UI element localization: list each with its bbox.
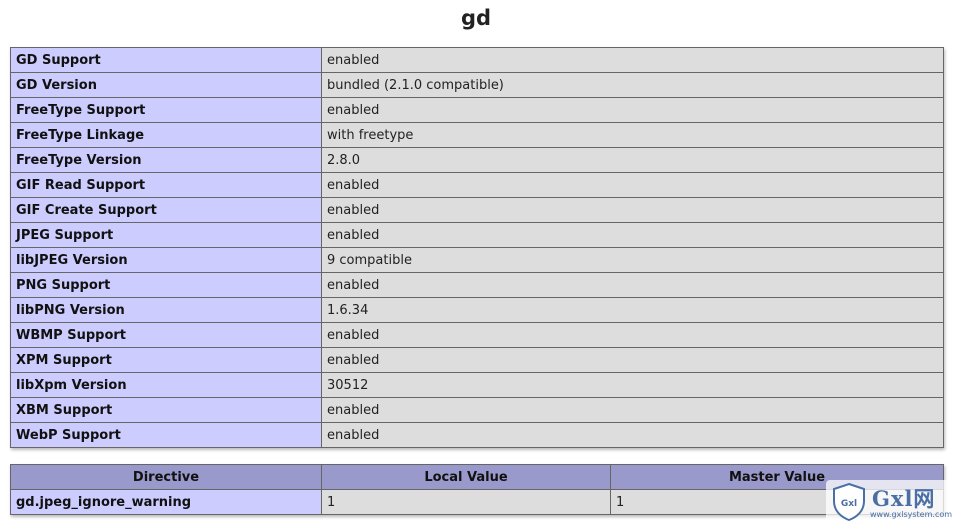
table-row: GD Version bundled (2.1.0 compatible) [10,72,944,98]
row-value: enabled [321,222,944,248]
row-value: enabled [321,272,944,298]
row-key: FreeType Version [10,147,322,173]
row-key: GIF Create Support [10,197,322,223]
row-key: libXpm Version [10,372,322,398]
table-row: gd.jpeg_ignore_warning 1 1 [10,489,944,515]
table-row: libJPEG Version 9 compatible [10,247,944,273]
table-row: FreeType Support enabled [10,97,944,123]
gd-support-table: GD Support enabled GD Version bundled (2.1… [10,47,944,448]
table-row: FreeType Linkage with freetype [10,122,944,148]
row-value: 30512 [321,372,944,398]
row-key: GD Support [10,47,322,73]
row-key: PNG Support [10,272,322,298]
table-row: libPNG Version 1.6.34 [10,297,944,323]
row-key: XPM Support [10,347,322,373]
row-value: enabled [321,172,944,198]
row-value: enabled [321,347,944,373]
table-row: WebP Support enabled [10,422,944,448]
table-row: JPEG Support enabled [10,222,944,248]
row-key: libPNG Version [10,297,322,323]
watermark-brand: Gxl网 [872,486,936,511]
table-row: GIF Read Support enabled [10,172,944,198]
row-key: JPEG Support [10,222,322,248]
table-row: libXpm Version 30512 [10,372,944,398]
row-value: enabled [321,97,944,123]
table-row: GD Support enabled [10,47,944,73]
table-header-row: Directive Local Value Master Value [10,464,944,490]
row-value: enabled [321,197,944,223]
local-value: 1 [321,489,611,515]
shield-icon: Gxl [830,482,868,526]
row-value: 2.8.0 [321,147,944,173]
page-title: gd [460,6,492,30]
directive-name: gd.jpeg_ignore_warning [10,489,322,515]
table-row: XBM Support enabled [10,397,944,423]
shield-label: Gxl [841,499,857,509]
row-key: libJPEG Version [10,247,322,273]
row-key: WBMP Support [10,322,322,348]
table-row: FreeType Version 2.8.0 [10,147,944,173]
row-key: XBM Support [10,397,322,423]
watermark-logo: Gxl Gxl网 www.gxlsystem.com [826,480,958,524]
table-row: PNG Support enabled [10,272,944,298]
table-row: XPM Support enabled [10,347,944,373]
local-value-column-header: Local Value [321,464,611,490]
row-key: FreeType Linkage [10,122,322,148]
watermark-url: www.gxlsystem.com [870,510,953,519]
row-key: FreeType Support [10,97,322,123]
row-value: enabled [321,322,944,348]
row-value: enabled [321,397,944,423]
row-key: WebP Support [10,422,322,448]
row-value: 1.6.34 [321,297,944,323]
row-value: enabled [321,47,944,73]
table-row: GIF Create Support enabled [10,197,944,223]
directive-table: Directive Local Value Master Value gd.jp… [10,464,944,515]
row-value: 9 compatible [321,247,944,273]
row-key: GD Version [10,72,322,98]
row-value: bundled (2.1.0 compatible) [321,72,944,98]
row-value: enabled [321,422,944,448]
table-row: WBMP Support enabled [10,322,944,348]
row-value: with freetype [321,122,944,148]
directive-column-header: Directive [10,464,322,490]
row-key: GIF Read Support [10,172,322,198]
